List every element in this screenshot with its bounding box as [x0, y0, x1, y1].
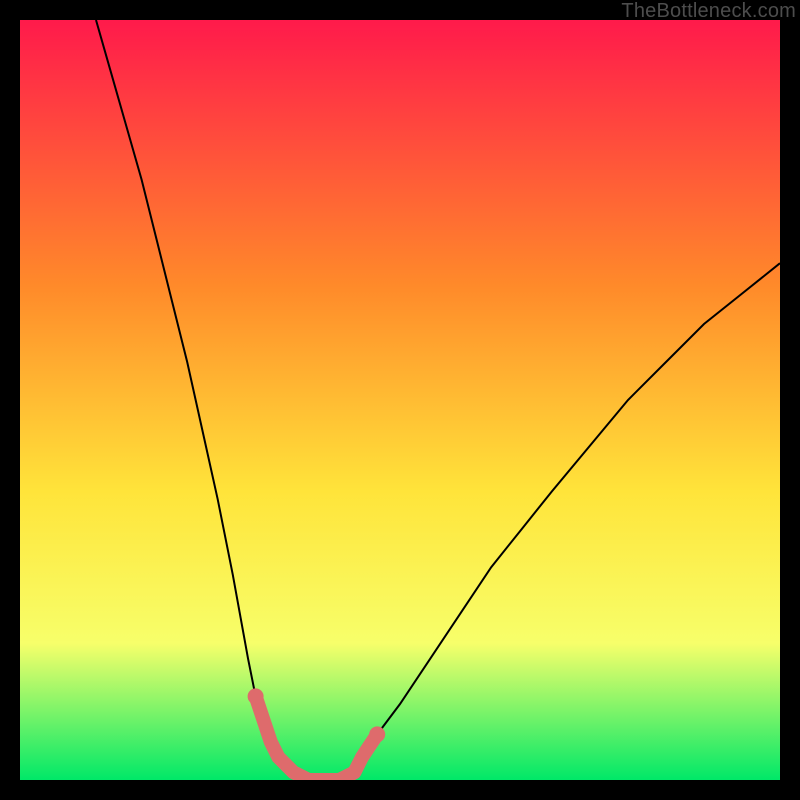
gradient-background: [20, 20, 780, 780]
chart-svg: [20, 20, 780, 780]
highlight-end-dot: [369, 726, 385, 742]
chart-frame: [20, 20, 780, 780]
highlight-end-dot: [248, 688, 264, 704]
watermark-text: TheBottleneck.com: [621, 0, 796, 23]
